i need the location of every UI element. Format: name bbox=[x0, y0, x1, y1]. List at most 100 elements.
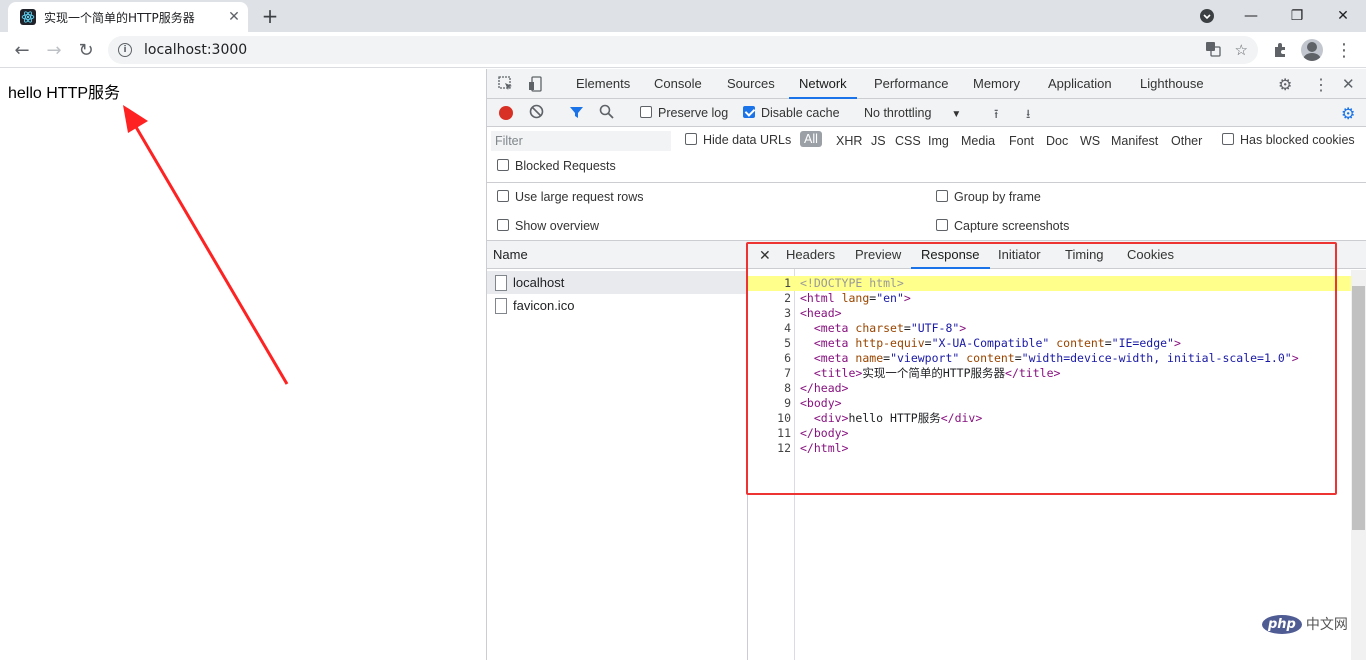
tab-memory[interactable]: Memory bbox=[973, 69, 1020, 99]
throttling-select[interactable]: No throttling ▼ bbox=[864, 106, 961, 120]
record-button[interactable] bbox=[499, 106, 513, 120]
search-icon[interactable] bbox=[599, 104, 614, 122]
name-column-header[interactable]: Name bbox=[487, 241, 748, 269]
request-list: Name localhost favicon.ico bbox=[487, 241, 748, 660]
code-line: 9 <body> bbox=[784, 396, 842, 410]
code-line: 3 <head> bbox=[784, 306, 842, 320]
has-blocked-cookies-checkbox[interactable]: Has blocked cookies bbox=[1222, 133, 1355, 147]
detail-tabbar: ✕ Headers Preview Response Initiator Tim… bbox=[748, 241, 1366, 269]
filter-type-other[interactable]: Other bbox=[1171, 134, 1202, 148]
close-devtools-icon[interactable]: ✕ bbox=[1342, 75, 1360, 93]
inspect-element-icon[interactable] bbox=[497, 75, 515, 93]
tab-cookies[interactable]: Cookies bbox=[1127, 241, 1174, 269]
filter-type-xhr[interactable]: XHR bbox=[836, 134, 862, 148]
code-line: 10 <div>hello HTTP服务</div> bbox=[777, 411, 983, 425]
filter-input[interactable]: Filter bbox=[491, 131, 671, 151]
tab-lighthouse[interactable]: Lighthouse bbox=[1140, 69, 1204, 99]
tab-network[interactable]: Network bbox=[789, 69, 857, 99]
settings-gear-icon[interactable]: ⚙ bbox=[1278, 75, 1296, 94]
tab-headers[interactable]: Headers bbox=[786, 241, 835, 269]
browser-tab[interactable]: 实现一个简单的HTTP服务器 ✕ bbox=[8, 2, 248, 32]
filter-type-ws[interactable]: WS bbox=[1080, 134, 1100, 148]
code-line: 2 <html lang="en"> bbox=[784, 291, 911, 305]
blocked-requests-checkbox[interactable]: Blocked Requests bbox=[497, 159, 616, 173]
address-bar[interactable]: i localhost:3000 ☆ bbox=[108, 36, 1258, 64]
info-icon[interactable]: i bbox=[118, 43, 132, 57]
preserve-log-checkbox[interactable]: Preserve log bbox=[640, 106, 728, 120]
filter-type-doc[interactable]: Doc bbox=[1046, 134, 1068, 148]
code-line: 11 </body> bbox=[777, 426, 849, 440]
response-source[interactable]: 1 <!DOCTYPE html> 2 <html lang="en"> 3 <hea… bbox=[748, 269, 1366, 660]
device-toolbar-icon[interactable] bbox=[527, 75, 545, 93]
code-line: 8 </head> bbox=[784, 381, 849, 395]
filter-type-media[interactable]: Media bbox=[961, 134, 995, 148]
tab-search-icon[interactable] bbox=[1184, 0, 1230, 32]
network-settings-icon[interactable]: ⚙ bbox=[1341, 104, 1355, 124]
bookmark-star-icon[interactable]: ☆ bbox=[1235, 41, 1248, 61]
code-line: 1 <!DOCTYPE html> bbox=[748, 276, 1366, 291]
tab-initiator[interactable]: Initiator bbox=[998, 241, 1041, 269]
browser-toolbar: ← → ↻ i localhost:3000 ☆ ⋮ bbox=[0, 32, 1366, 68]
code-line: 4 <meta charset="UTF-8"> bbox=[784, 321, 967, 335]
filter-type-manifest[interactable]: Manifest bbox=[1111, 134, 1158, 148]
tab-strip: 实现一个简单的HTTP服务器 ✕ + — ❐ ✕ bbox=[0, 0, 1366, 32]
tab-title: 实现一个简单的HTTP服务器 bbox=[44, 10, 195, 25]
reload-icon[interactable]: ↻ bbox=[74, 38, 98, 62]
devtools-panel: Elements Console Sources Network Perform… bbox=[486, 69, 1366, 660]
red-arrow-annotation bbox=[123, 105, 289, 385]
devtools-tabbar: Elements Console Sources Network Perform… bbox=[487, 69, 1366, 99]
export-har-icon[interactable]: ⭳ bbox=[1026, 105, 1030, 126]
react-icon bbox=[20, 9, 36, 25]
tab-timing[interactable]: Timing bbox=[1065, 241, 1104, 269]
tab-elements[interactable]: Elements bbox=[576, 69, 630, 99]
forward-icon[interactable]: → bbox=[42, 38, 66, 62]
tab-console[interactable]: Console bbox=[654, 69, 702, 99]
code-line: 7 <title>实现一个简单的HTTP服务器</title> bbox=[784, 366, 1061, 380]
request-row[interactable]: localhost bbox=[487, 271, 748, 294]
maximize-icon[interactable]: ❐ bbox=[1274, 0, 1320, 32]
clear-icon[interactable] bbox=[529, 104, 544, 122]
code-line: 5 <meta http-equiv="X-UA-Compatible" con… bbox=[784, 336, 1181, 350]
minimize-icon[interactable]: — bbox=[1228, 0, 1274, 32]
filter-type-js[interactable]: JS bbox=[871, 134, 886, 148]
large-rows-checkbox[interactable]: Use large request rows bbox=[497, 190, 644, 204]
close-tab-icon[interactable]: ✕ bbox=[224, 9, 244, 25]
capture-screenshots-checkbox[interactable]: Capture screenshots bbox=[936, 219, 1069, 233]
close-detail-icon[interactable]: ✕ bbox=[759, 241, 771, 269]
disable-cache-checkbox[interactable]: Disable cache bbox=[743, 106, 840, 120]
filter-icon[interactable] bbox=[569, 105, 584, 123]
filter-type-css[interactable]: CSS bbox=[895, 134, 921, 148]
network-settings-pane: Use large request rows Group by frame Sh… bbox=[487, 183, 1366, 241]
network-toolbar: Preserve log Disable cache No throttling… bbox=[487, 99, 1366, 127]
address-text: localhost:3000 bbox=[144, 42, 248, 58]
tab-response[interactable]: Response bbox=[911, 241, 990, 269]
import-har-icon[interactable]: ⭱ bbox=[994, 105, 998, 126]
show-overview-checkbox[interactable]: Show overview bbox=[497, 219, 599, 233]
watermark-text: 中文网 bbox=[1305, 617, 1348, 633]
tab-application[interactable]: Application bbox=[1048, 69, 1112, 99]
filter-type-img[interactable]: Img bbox=[928, 134, 949, 148]
translate-icon[interactable] bbox=[1205, 41, 1221, 61]
back-icon[interactable]: ← bbox=[10, 38, 34, 62]
scrollbar-thumb[interactable] bbox=[1352, 286, 1365, 530]
group-by-frame-checkbox[interactable]: Group by frame bbox=[936, 190, 1041, 204]
hide-data-urls-checkbox[interactable]: Hide data URLs bbox=[685, 133, 791, 147]
close-window-icon[interactable]: ✕ bbox=[1320, 0, 1366, 32]
profile-avatar[interactable] bbox=[1300, 38, 1324, 62]
page-viewport: hello HTTP服务 bbox=[0, 69, 486, 660]
filter-type-font[interactable]: Font bbox=[1009, 134, 1034, 148]
document-icon bbox=[495, 274, 507, 291]
menu-icon[interactable]: ⋮ bbox=[1332, 38, 1356, 62]
request-row[interactable]: favicon.ico bbox=[487, 294, 748, 317]
php-logo: php bbox=[1262, 614, 1302, 634]
new-tab-icon[interactable]: + bbox=[258, 4, 282, 28]
filter-type-all[interactable]: All bbox=[800, 131, 822, 147]
tab-performance[interactable]: Performance bbox=[874, 69, 948, 99]
code-line: 12 </html> bbox=[777, 441, 849, 455]
tab-preview[interactable]: Preview bbox=[855, 241, 901, 269]
tab-sources[interactable]: Sources bbox=[727, 69, 775, 99]
devtools-menu-icon[interactable]: ⋮ bbox=[1313, 75, 1331, 94]
watermark: php 中文网 bbox=[1262, 614, 1348, 634]
request-detail: ✕ Headers Preview Response Initiator Tim… bbox=[748, 241, 1366, 660]
extensions-icon[interactable] bbox=[1268, 38, 1292, 62]
